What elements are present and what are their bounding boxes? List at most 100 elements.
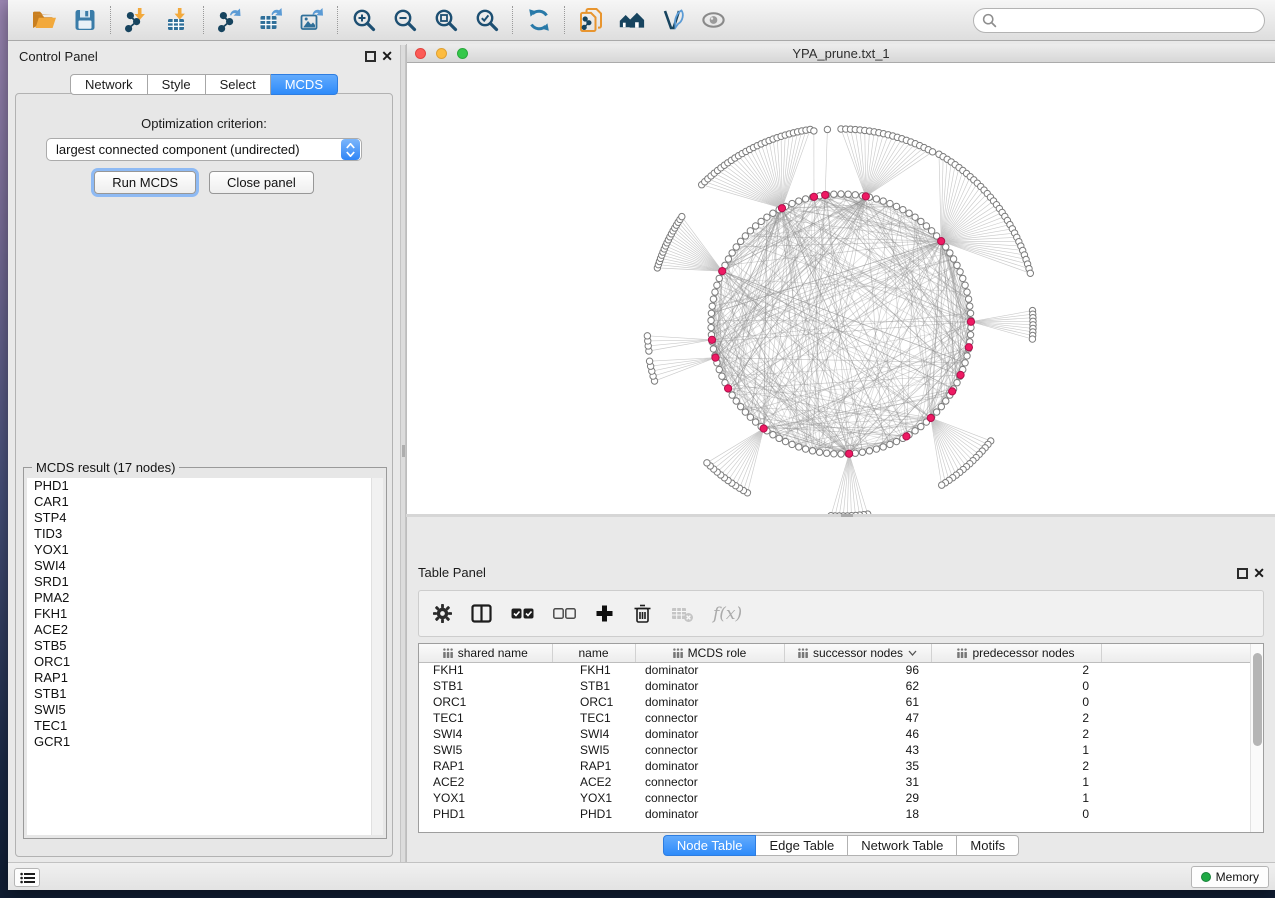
result-item[interactable]: RAP1 [27, 670, 383, 686]
network-titlebar[interactable]: YPA_prune.txt_1 [407, 44, 1275, 63]
export-network-icon[interactable] [216, 7, 243, 34]
table-scrollbar-thumb[interactable] [1253, 653, 1262, 746]
close-panel-button[interactable]: Close panel [209, 171, 314, 194]
mcds-result-items: PHD1CAR1STP4TID3YOX1SWI4SRD1PMA2FKH1ACE2… [27, 478, 383, 750]
result-item[interactable]: SWI4 [27, 558, 383, 574]
window-close-icon[interactable] [415, 48, 426, 59]
app-window: Control Panel ✕ NetworkStyleSelectMCDS O… [8, 0, 1275, 890]
table-row[interactable]: ORC1ORC1dominator610 [419, 694, 1252, 710]
control-panel-header: Control Panel ✕ [8, 45, 400, 69]
result-item[interactable]: YOX1 [27, 542, 383, 558]
zoom-fit-icon[interactable] [432, 7, 459, 34]
table-row[interactable]: ACE2ACE2connector311 [419, 774, 1252, 790]
result-list-scrollbar[interactable] [371, 478, 383, 835]
table-row[interactable]: PHD1PHD1dominator180 [419, 806, 1252, 822]
column-header-shared-name[interactable]: shared name [419, 644, 552, 662]
result-item[interactable]: PHD1 [27, 478, 383, 494]
result-item[interactable]: FKH1 [27, 606, 383, 622]
float-panel-icon[interactable] [365, 51, 376, 62]
column-header-name[interactable]: name [552, 644, 635, 662]
table-row[interactable]: YOX1YOX1connector291 [419, 790, 1252, 806]
control-panel-title: Control Panel [19, 49, 98, 64]
import-network-icon[interactable] [123, 7, 150, 34]
table-row[interactable]: RAP1RAP1dominator352 [419, 758, 1252, 774]
tab-edge-table[interactable]: Edge Table [756, 835, 848, 856]
memory-label: Memory [1216, 870, 1259, 884]
result-item[interactable]: TID3 [27, 526, 383, 542]
table-row[interactable]: FKH1FKH1dominator962 [419, 662, 1252, 678]
result-item[interactable]: STB1 [27, 686, 383, 702]
apply-layout-icon[interactable] [525, 7, 552, 34]
node-table[interactable]: shared namenameMCDS rolesuccessor nodesp… [418, 643, 1264, 833]
result-item[interactable]: TEC1 [27, 718, 383, 734]
network-window: YPA_prune.txt_1 [406, 44, 1275, 560]
mcds-result-list[interactable]: PHD1CAR1STP4TID3YOX1SWI4SRD1PMA2FKH1ACE2… [27, 478, 383, 835]
result-item[interactable]: STB5 [27, 638, 383, 654]
zoom-out-icon[interactable] [391, 7, 418, 34]
table-row[interactable]: SWI5SWI5connector431 [419, 742, 1252, 758]
result-item[interactable]: SWI5 [27, 702, 383, 718]
result-item[interactable]: STP4 [27, 510, 383, 526]
network-graph[interactable] [407, 63, 1275, 560]
export-image-icon[interactable] [298, 7, 325, 34]
result-item[interactable]: PMA2 [27, 590, 383, 606]
zoom-in-icon[interactable] [350, 7, 377, 34]
tab-network-table[interactable]: Network Table [848, 835, 957, 856]
memory-button[interactable]: Memory [1191, 866, 1269, 888]
zoom-selected-icon[interactable] [473, 7, 500, 34]
vizmap-style-icon[interactable] [659, 7, 686, 34]
result-item[interactable]: ORC1 [27, 654, 383, 670]
run-mcds-button[interactable]: Run MCDS [94, 171, 196, 194]
dropdown-stepper-icon [341, 139, 360, 160]
first-neighbors-icon[interactable] [618, 7, 645, 34]
table-row[interactable]: SWI4SWI4dominator462 [419, 726, 1252, 742]
search-input[interactable] [973, 8, 1265, 33]
tab-select[interactable]: Select [206, 74, 271, 95]
export-table-icon[interactable] [257, 7, 284, 34]
tab-network[interactable]: Network [70, 74, 148, 95]
hide-selected-icon[interactable] [700, 7, 727, 34]
function-builder-icon: f(x) [713, 604, 742, 624]
import-table-icon[interactable] [164, 7, 191, 34]
criterion-dropdown[interactable]: largest connected component (undirected) [46, 138, 362, 161]
table-panel-title: Table Panel [418, 565, 486, 580]
tab-style[interactable]: Style [148, 74, 206, 95]
window-minimize-icon[interactable] [436, 48, 447, 59]
create-column-icon[interactable] [595, 604, 614, 623]
table-settings-gear-icon[interactable] [433, 604, 452, 623]
tab-node-table[interactable]: Node Table [663, 835, 757, 856]
splitter-grip [402, 445, 405, 457]
tab-motifs[interactable]: Motifs [957, 835, 1019, 856]
import-table-disabled-icon [671, 605, 694, 623]
tab-mcds[interactable]: MCDS [271, 74, 338, 95]
column-header-predecessor-nodes[interactable]: predecessor nodes [931, 644, 1101, 662]
close-table-panel-icon[interactable]: ✕ [1253, 565, 1265, 581]
delete-column-icon[interactable] [633, 603, 652, 624]
column-header-successor-nodes[interactable]: successor nodes [784, 644, 931, 662]
save-session-icon[interactable] [71, 7, 98, 34]
float-table-panel-icon[interactable] [1237, 568, 1248, 579]
result-item[interactable]: ACE2 [27, 622, 383, 638]
table-scrollbar[interactable] [1250, 644, 1263, 832]
open-file-icon[interactable] [30, 7, 57, 34]
node-table-header[interactable]: shared namenameMCDS rolesuccessor nodesp… [419, 644, 1252, 662]
result-item[interactable]: CAR1 [27, 494, 383, 510]
show-columns-icon[interactable] [471, 604, 492, 623]
control-panel-tabs: NetworkStyleSelectMCDS [8, 74, 400, 95]
close-panel-icon[interactable]: ✕ [381, 48, 393, 64]
column-header-MCDS-role[interactable]: MCDS role [635, 644, 784, 662]
result-item[interactable]: SRD1 [27, 574, 383, 590]
status-menu-button[interactable] [14, 868, 40, 887]
status-bar: Memory [8, 862, 1275, 890]
mcds-tab-content: Optimization criterion: largest connecte… [15, 93, 393, 857]
window-zoom-icon[interactable] [457, 48, 468, 59]
table-row[interactable]: TEC1TEC1connector472 [419, 710, 1252, 726]
table-panel: Table Panel ✕ f(x) [406, 517, 1275, 862]
deselect-all-icon[interactable] [553, 608, 576, 620]
table-tabs: Node TableEdge TableNetwork TableMotifs [407, 835, 1275, 856]
result-item[interactable]: GCR1 [27, 734, 383, 750]
table-row[interactable]: STB1STB1dominator620 [419, 678, 1252, 694]
select-all-icon[interactable] [511, 608, 534, 620]
network-view[interactable] [407, 63, 1275, 560]
clone-network-icon[interactable] [577, 7, 604, 34]
